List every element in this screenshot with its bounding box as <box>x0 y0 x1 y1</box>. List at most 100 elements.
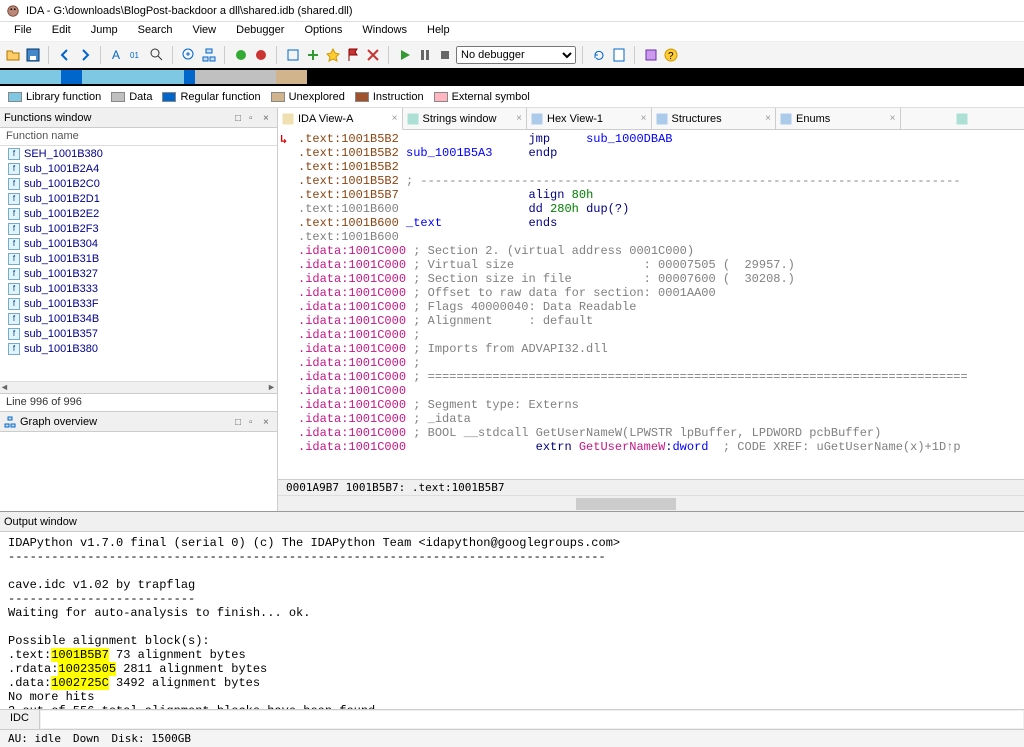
idc-tab[interactable]: IDC <box>0 710 40 729</box>
zoom-icon[interactable] <box>180 46 198 64</box>
back-icon[interactable] <box>56 46 74 64</box>
disasm-line[interactable]: .idata:1001C000 ; ======================… <box>298 370 1024 384</box>
function-list-item[interactable]: fsub_1001B357 <box>0 326 277 341</box>
disasm-line[interactable]: .idata:1001C000 ; BOOL __stdcall GetUser… <box>298 426 1024 440</box>
forward-icon[interactable] <box>76 46 94 64</box>
disasm-line[interactable]: .text:1001B600 <box>298 230 1024 244</box>
add-icon[interactable] <box>304 46 322 64</box>
menu-help[interactable]: Help <box>417 22 460 41</box>
menu-options[interactable]: Options <box>294 22 352 41</box>
panel-float-icon[interactable]: ▫ <box>249 417 259 427</box>
menu-edit[interactable]: Edit <box>42 22 81 41</box>
menu-jump[interactable]: Jump <box>81 22 128 41</box>
disasm-line[interactable]: .idata:1001C000 ; <box>298 356 1024 370</box>
debug-stop-icon[interactable] <box>436 46 454 64</box>
disasm-line[interactable]: .text:1001B600 _text ends <box>298 216 1024 230</box>
disasm-line[interactable]: .idata:1001C000 ; Alignment : default <box>298 314 1024 328</box>
menu-windows[interactable]: Windows <box>352 22 417 41</box>
tab-close-icon[interactable]: × <box>641 113 647 124</box>
disasm-line[interactable]: .idata:1001C000 ; Segment type: Externs <box>298 398 1024 412</box>
flag-icon[interactable] <box>344 46 362 64</box>
hscrollbar[interactable] <box>278 495 1024 511</box>
tab-structures[interactable]: Structures× <box>652 108 777 129</box>
delete-icon[interactable] <box>364 46 382 64</box>
disasm-line[interactable]: .text:1001B5B2 ; -----------------------… <box>298 174 1024 188</box>
panel-minimize-icon[interactable]: □ <box>235 113 245 123</box>
disassembly-view[interactable]: ↳ .text:1001B5B2 jmp sub_1000DBAB.text:1… <box>278 130 1024 479</box>
current-line-arrow-icon: ↳ <box>280 132 287 147</box>
tab-overflow[interactable] <box>901 108 1024 129</box>
disasm-line[interactable]: .idata:1001C000 ; Section size in file :… <box>298 272 1024 286</box>
tab-close-icon[interactable]: × <box>516 113 522 124</box>
tab-label: IDA View-A <box>298 113 353 125</box>
function-list-item[interactable]: fsub_1001B2E2 <box>0 206 277 221</box>
panel-close-icon[interactable]: × <box>263 113 273 123</box>
refresh-icon[interactable] <box>590 46 608 64</box>
tab-hex-view-1[interactable]: Hex View-1× <box>527 108 652 129</box>
function-list-item[interactable]: fsub_1001B327 <box>0 266 277 281</box>
help-icon[interactable]: ? <box>662 46 680 64</box>
stop-icon[interactable] <box>252 46 270 64</box>
binary-icon[interactable]: 01 <box>128 46 146 64</box>
function-list-item[interactable]: fsub_1001B34B <box>0 311 277 326</box>
disasm-line[interactable]: .idata:1001C000 ; Offset to raw data for… <box>298 286 1024 300</box>
disasm-line[interactable]: .idata:1001C000 ; Flags 40000040: Data R… <box>298 300 1024 314</box>
disasm-line[interactable]: .idata:1001C000 extrn GetUserNameW:dword… <box>298 440 1024 454</box>
debug-run-icon[interactable] <box>396 46 414 64</box>
menu-file[interactable]: File <box>4 22 42 41</box>
function-list-item[interactable]: fsub_1001B380 <box>0 341 277 356</box>
tab-ida-view-a[interactable]: IDA View-A × <box>278 108 403 130</box>
function-list-item[interactable]: fsub_1001B33F <box>0 296 277 311</box>
panel-minimize-icon[interactable]: □ <box>235 417 245 427</box>
disasm-line[interactable]: .idata:1001C000 ; _idata <box>298 412 1024 426</box>
disasm-line[interactable]: .text:1001B5B2 jmp sub_1000DBAB <box>298 132 1024 146</box>
disasm-line[interactable]: .text:1001B600 dd 280h dup(?) <box>298 202 1024 216</box>
debug-pause-icon[interactable] <box>416 46 434 64</box>
graph-icon[interactable] <box>200 46 218 64</box>
run-icon[interactable] <box>232 46 250 64</box>
star-icon[interactable] <box>324 46 342 64</box>
function-list-item[interactable]: fsub_1001B304 <box>0 236 277 251</box>
text-icon[interactable]: A <box>108 46 126 64</box>
output-cmdline-input[interactable] <box>41 711 1023 728</box>
disasm-line[interactable]: .idata:1001C000 ; <box>298 328 1024 342</box>
panel-close-icon[interactable]: × <box>263 417 273 427</box>
plugin-icon[interactable] <box>642 46 660 64</box>
debugger-select[interactable]: No debugger <box>456 46 576 64</box>
function-name: sub_1001B33F <box>24 298 99 310</box>
navigation-band[interactable] <box>0 68 1024 86</box>
save-icon[interactable] <box>24 46 42 64</box>
disasm-line[interactable]: .idata:1001C000 ; Virtual size : 0000750… <box>298 258 1024 272</box>
tab-close-icon[interactable]: × <box>392 113 398 124</box>
disasm-line[interactable]: .idata:1001C000 ; Imports from ADVAPI32.… <box>298 342 1024 356</box>
menu-search[interactable]: Search <box>128 22 183 41</box>
tab-strings-window[interactable]: Strings window× <box>403 108 528 129</box>
function-list-item[interactable]: fsub_1001B2D1 <box>0 191 277 206</box>
disasm-line[interactable]: .text:1001B5B2 sub_1001B5A3 endp <box>298 146 1024 160</box>
function-list-item[interactable]: fsub_1001B333 <box>0 281 277 296</box>
disasm-line[interactable]: .text:1001B5B7 align 80h <box>298 188 1024 202</box>
function-list-item[interactable]: fsub_1001B2F3 <box>0 221 277 236</box>
menu-debugger[interactable]: Debugger <box>226 22 294 41</box>
tab-close-icon[interactable]: × <box>890 113 896 124</box>
function-list-item[interactable]: fSEH_1001B380 <box>0 146 277 161</box>
disasm-line[interactable]: .idata:1001C000 ; Section 2. (virtual ad… <box>298 244 1024 258</box>
functions-list[interactable]: fSEH_1001B380fsub_1001B2A4fsub_1001B2C0f… <box>0 146 277 381</box>
menu-view[interactable]: View <box>182 22 226 41</box>
functions-column-header[interactable]: Function name <box>0 128 277 146</box>
tab-enums[interactable]: Enums× <box>776 108 901 129</box>
search-icon[interactable] <box>148 46 166 64</box>
open-icon[interactable] <box>4 46 22 64</box>
disasm-line[interactable]: .text:1001B5B2 <box>298 160 1024 174</box>
panel-float-icon[interactable]: ▫ <box>249 113 259 123</box>
tab-close-icon[interactable]: × <box>765 113 771 124</box>
script-icon[interactable] <box>610 46 628 64</box>
hscrollbar[interactable]: ◄ ► <box>0 381 277 393</box>
graph-overview-body[interactable] <box>0 432 277 511</box>
output-body[interactable]: IDAPython v1.7.0 final (serial 0) (c) Th… <box>0 532 1024 709</box>
disasm-line[interactable]: .idata:1001C000 <box>298 384 1024 398</box>
function-list-item[interactable]: fsub_1001B31B <box>0 251 277 266</box>
step-icon[interactable] <box>284 46 302 64</box>
function-list-item[interactable]: fsub_1001B2A4 <box>0 161 277 176</box>
function-list-item[interactable]: fsub_1001B2C0 <box>0 176 277 191</box>
